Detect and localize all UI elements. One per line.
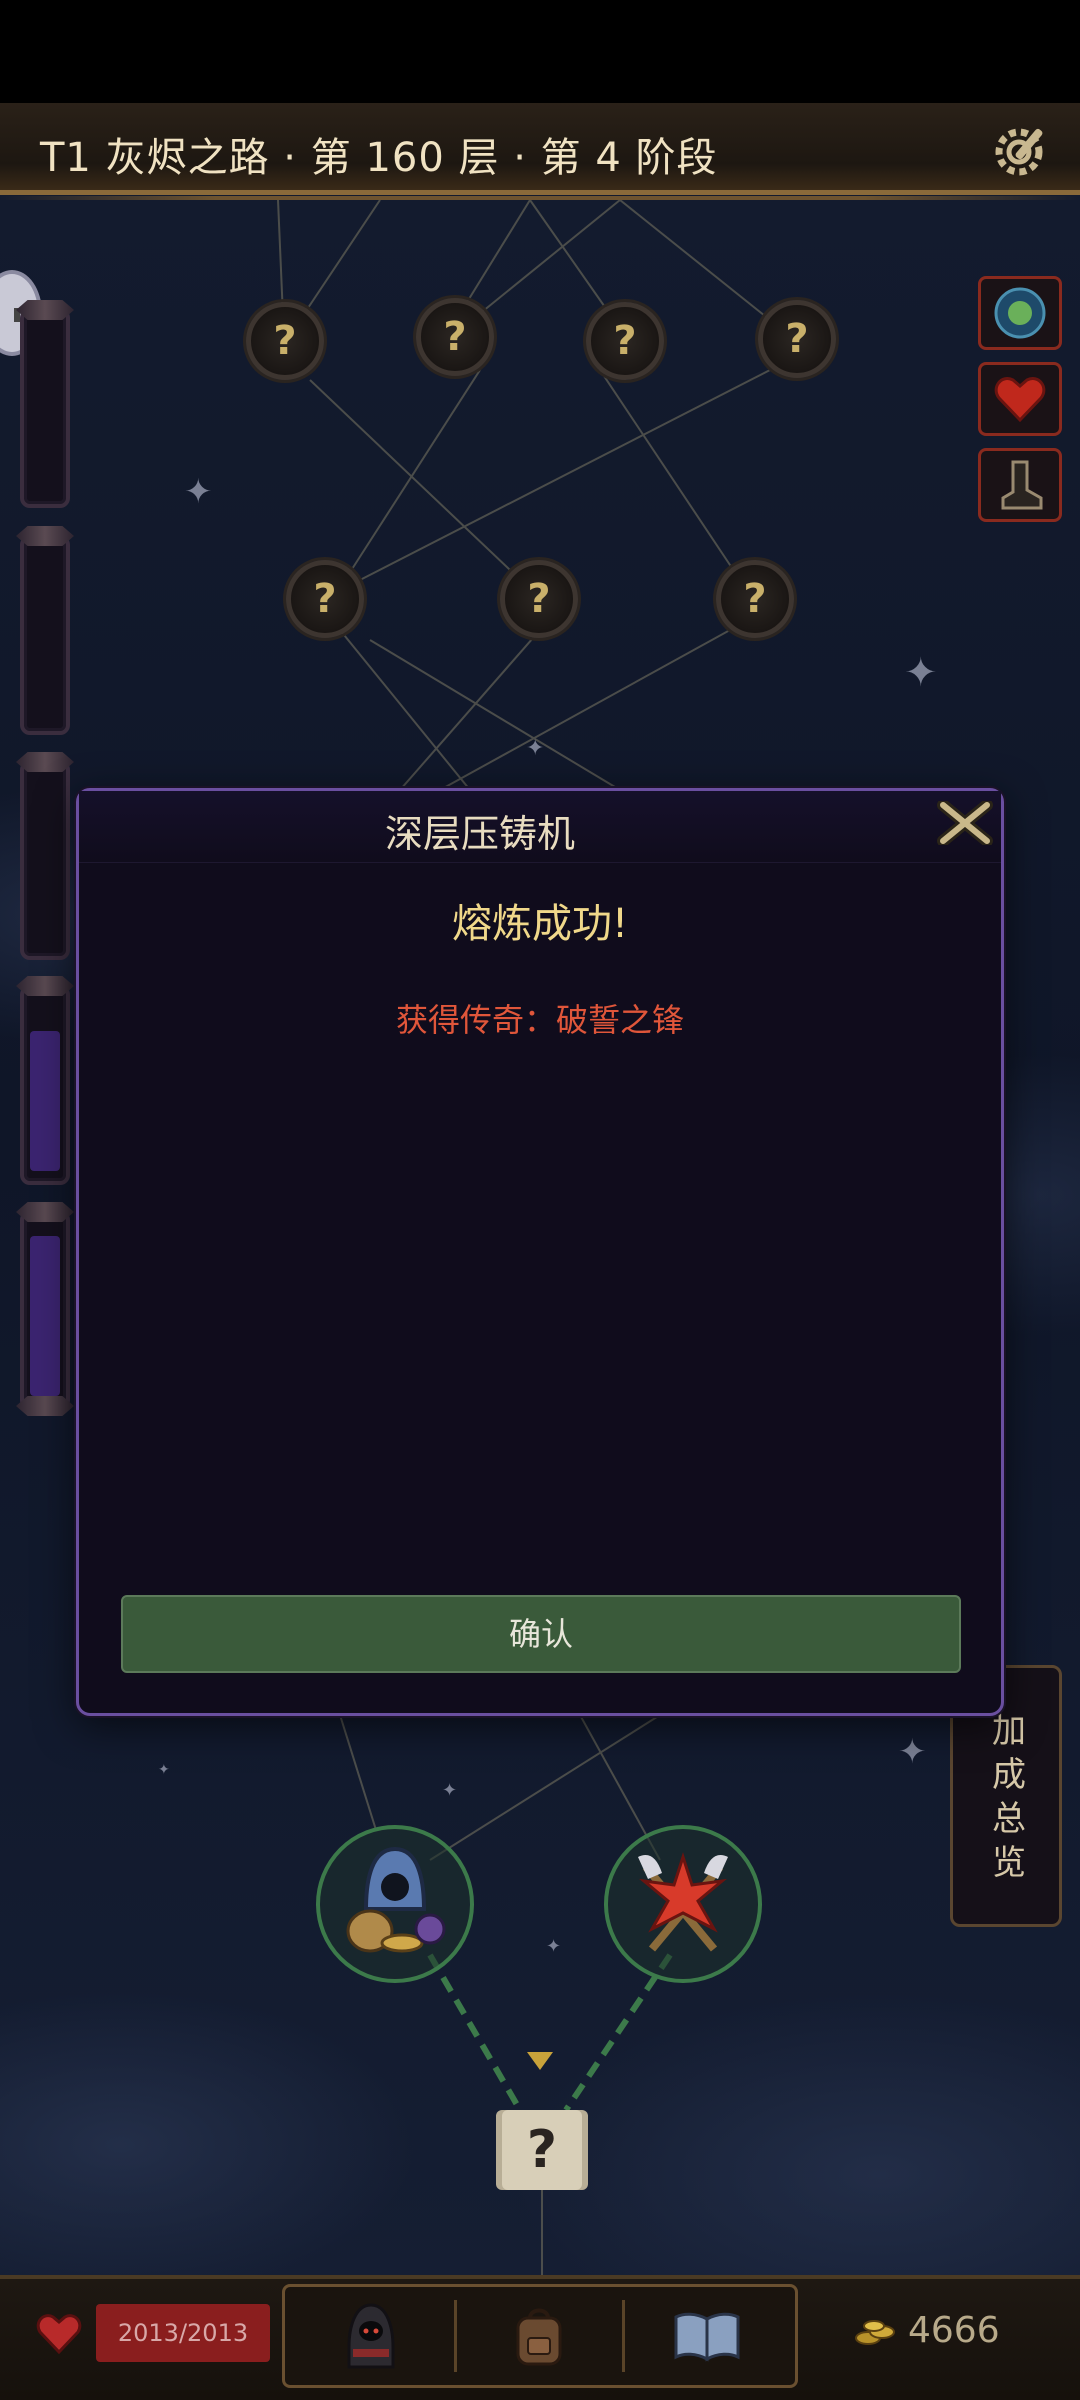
progress-fill [30, 1236, 60, 1396]
codex-button[interactable] [628, 2290, 786, 2382]
open-book-icon [674, 2312, 740, 2362]
buff-slot-heart[interactable] [978, 362, 1062, 436]
gold-counter: 4666 [908, 2310, 1000, 2351]
confirm-button[interactable]: 确认 [121, 1595, 961, 1673]
tube-cap [16, 752, 74, 772]
sparkle-star: ✦ [526, 736, 545, 761]
unknown-map-node[interactable]: ? [286, 560, 364, 638]
dialog-title: 深层压铸机 [384, 812, 575, 856]
inventory-button[interactable] [460, 2290, 618, 2382]
tube-cap [16, 976, 74, 996]
battle-node[interactable] [604, 1825, 762, 1983]
sparkle-star: ✦ [158, 1762, 170, 1778]
progress-fill [30, 1031, 60, 1171]
unknown-map-node[interactable]: ? [500, 560, 578, 638]
progress-tube [20, 985, 70, 1185]
sparkle-star: ✦ [898, 1732, 927, 1772]
sparkle-star: ✦ [184, 472, 213, 512]
gear-wrench-icon [995, 128, 1043, 176]
question-mark-icon: ? [613, 318, 637, 364]
progress-tube [20, 535, 70, 735]
crossed-axes-icon [638, 1852, 728, 1952]
bonus-overview-label: 加成总览 [985, 1712, 1026, 1888]
tube-cap [16, 300, 74, 320]
question-mark-icon: ? [743, 576, 767, 622]
nav-divider [454, 2300, 457, 2372]
merchant-node[interactable] [316, 1825, 474, 1983]
globe-emblem-icon [994, 287, 1046, 339]
forge-result-dialog: 深层压铸机 熔炼成功! 获得传奇：破誓之锋 确认 [76, 788, 1004, 1716]
hooded-character-icon [347, 2303, 395, 2369]
question-mark-icon: ? [785, 316, 809, 362]
question-scroll-icon[interactable]: ? [502, 2110, 582, 2190]
buff-slot-globe[interactable] [978, 276, 1062, 350]
question-mark-icon: ? [273, 318, 297, 364]
tube-cap [16, 1202, 74, 1222]
red-heart-icon [994, 377, 1046, 423]
heart-icon [36, 2314, 82, 2354]
question-mark-icon: ? [313, 576, 337, 622]
boot-icon [1001, 460, 1043, 510]
progress-tube [20, 1210, 70, 1410]
backpack-icon [516, 2308, 562, 2366]
current-position-marker [527, 2052, 553, 2070]
character-button[interactable] [292, 2290, 450, 2382]
progress-tube [20, 760, 70, 960]
gold-coins-icon [855, 2320, 895, 2345]
unknown-map-node[interactable]: ? [586, 302, 664, 380]
unknown-map-node[interactable]: ? [246, 302, 324, 380]
unknown-map-node[interactable]: ? [758, 300, 836, 378]
page-title: T1 灰烬之路 · 第 160 层 · 第 4 阶段 [40, 135, 718, 181]
close-icon [937, 801, 993, 845]
sparkle-star: ✦ [546, 1936, 562, 1957]
hooded-merchant-icon [346, 1846, 446, 1953]
settings-button[interactable] [986, 118, 1058, 184]
sparkle-star: ✦ [442, 1780, 458, 1801]
question-mark-icon: ? [443, 314, 467, 360]
success-message: 熔炼成功! [451, 901, 629, 947]
progress-tube [20, 308, 70, 508]
tube-cap [16, 1396, 74, 1416]
unknown-map-node[interactable]: ? [416, 298, 494, 376]
sparkle-star: ✦ [904, 650, 938, 696]
dialog-header: 深层压铸机 [79, 791, 1001, 863]
close-button[interactable] [935, 797, 995, 849]
hp-counter: 2013/2013 [96, 2304, 270, 2362]
top-header: T1 灰烬之路 · 第 160 层 · 第 4 阶段 [0, 103, 1080, 200]
unknown-map-node[interactable]: ? [716, 560, 794, 638]
reward-message: 获得传奇：破誓之锋 [395, 1001, 684, 1039]
question-mark-icon: ? [527, 576, 551, 622]
question-mark-icon: ? [526, 2120, 558, 2180]
nav-divider [622, 2300, 625, 2372]
tube-cap [16, 526, 74, 546]
buff-slot-boot[interactable] [978, 448, 1062, 522]
